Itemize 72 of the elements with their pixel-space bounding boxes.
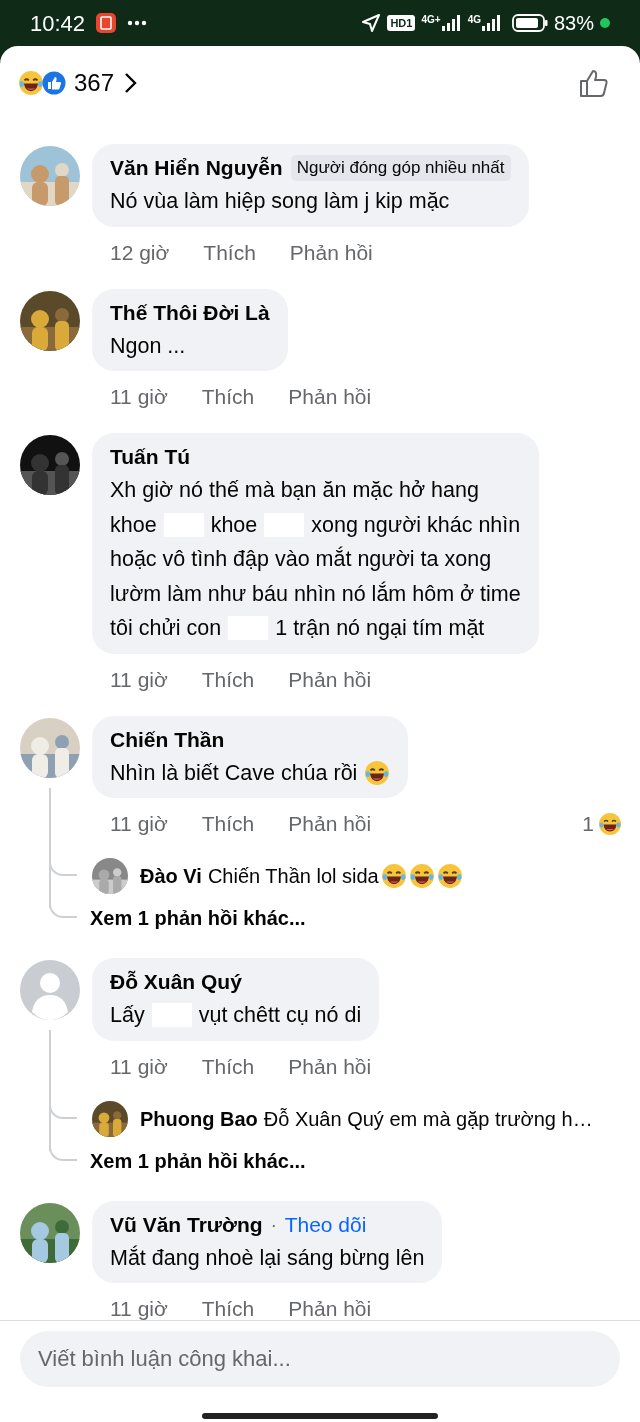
like-link[interactable]: Thích bbox=[201, 381, 255, 413]
like-link[interactable]: Thích bbox=[201, 1050, 255, 1083]
laughing-emoji-icon bbox=[364, 759, 391, 786]
grinning-emoji-icon bbox=[598, 812, 622, 836]
author-name[interactable]: Đào Vi bbox=[140, 861, 202, 891]
like-link[interactable]: Thích bbox=[201, 808, 255, 840]
view-more-replies-link[interactable]: Xem 1 phản hồi khác... bbox=[90, 903, 306, 933]
comment-input-field[interactable]: Viết bình luận công khai... bbox=[20, 1331, 620, 1387]
comment-text: lườm làm như báu nhìn nó lắm hôm ở time bbox=[110, 580, 521, 608]
timestamp: 11 giờ bbox=[110, 666, 168, 693]
author-name[interactable]: Vũ Văn Trường bbox=[110, 1208, 263, 1241]
reply-link[interactable]: Phản hồi bbox=[288, 381, 372, 413]
like-reaction-icon bbox=[42, 71, 66, 95]
separator-dot: · bbox=[270, 1213, 277, 1237]
location-icon bbox=[361, 13, 382, 33]
author-name[interactable]: Tuấn Tú bbox=[110, 441, 191, 473]
timestamp: 11 giờ bbox=[110, 384, 168, 411]
comment-text: Mắt đang nhoè lại sáng bừng lên bbox=[110, 1244, 425, 1272]
signal-icon bbox=[481, 15, 502, 31]
signal-icon bbox=[441, 15, 462, 31]
clock: 10:42 bbox=[30, 9, 86, 38]
app-notification-icon bbox=[95, 12, 118, 34]
comment-text: khoe bbox=[210, 511, 258, 539]
hd-badge: HD1 bbox=[387, 15, 416, 31]
comment-text: 1 trận nó ngại tím mặt bbox=[275, 615, 485, 642]
comment-text: Ngon ... bbox=[110, 332, 186, 360]
reply-link[interactable]: Phản hồi bbox=[288, 1050, 372, 1083]
view-more-replies-link[interactable]: Xem 1 phản hồi khác... bbox=[90, 1145, 306, 1176]
like-link[interactable]: Thích bbox=[201, 1293, 255, 1320]
like-link[interactable]: Thích bbox=[203, 236, 256, 269]
comment-text: tôi chửi con bbox=[110, 615, 222, 642]
network-label: 4G bbox=[467, 15, 481, 25]
laughing-emoji-icon bbox=[380, 863, 407, 889]
follow-link[interactable]: Theo dõi bbox=[284, 1208, 367, 1241]
like-link[interactable]: Thích bbox=[201, 663, 255, 696]
reaction-count[interactable]: 1 bbox=[582, 808, 594, 840]
comment-text: Xh giờ nó thế mà bạn ăn mặc hở hang bbox=[110, 477, 479, 504]
author-name[interactable]: Đỗ Xuân Quý bbox=[110, 966, 242, 998]
reply-link[interactable]: Phản hồi bbox=[288, 663, 372, 696]
reply-link[interactable]: Phản hồi bbox=[289, 236, 373, 269]
comment-text: xong người khác nhìn bbox=[311, 511, 521, 539]
comment-text: Lấy bbox=[110, 1002, 145, 1029]
author-name[interactable]: Chiến Thần bbox=[110, 723, 225, 756]
timestamp: 11 giờ bbox=[110, 1296, 168, 1320]
reply-text: Chiến Thần lol sida bbox=[207, 864, 379, 889]
comment-text: hoặc vô tình đập vào mắt người ta xong bbox=[110, 545, 492, 573]
chevron-right-icon bbox=[124, 72, 139, 94]
comment-text: Nó vùa làm hiệp song làm j kip mặc bbox=[110, 188, 450, 215]
contributor-badge: Người đóng góp nhiều nhất bbox=[290, 155, 511, 181]
battery-icon bbox=[511, 14, 548, 32]
network-label: 4G+ bbox=[421, 15, 441, 25]
comment-text: khoe bbox=[110, 511, 157, 539]
author-name[interactable]: Thế Thôi Đời Là bbox=[110, 296, 270, 329]
like-button[interactable] bbox=[578, 67, 610, 99]
comment-text: vụt chêtt cụ nó di bbox=[198, 1002, 362, 1029]
timestamp: 11 giờ bbox=[110, 811, 168, 838]
timestamp: 12 giờ bbox=[110, 239, 170, 266]
laughing-emoji-icon bbox=[408, 863, 435, 889]
laughing-reaction-icon bbox=[18, 70, 44, 96]
author-name[interactable]: Phuong Bao bbox=[140, 1103, 258, 1134]
reply-text: Đỗ Xuân Quý em mà gặp trường h… bbox=[263, 1106, 593, 1132]
reply-link[interactable]: Phản hồi bbox=[288, 808, 372, 840]
battery-percent: 83% bbox=[553, 11, 594, 36]
reply-link[interactable]: Phản hồi bbox=[288, 1293, 372, 1320]
thumbs-up-icon bbox=[578, 67, 610, 99]
reaction-count[interactable]: 367 bbox=[74, 65, 115, 101]
laughing-emoji-icon bbox=[436, 863, 463, 889]
author-name[interactable]: Văn Hiển Nguyễn bbox=[110, 152, 283, 184]
more-dots-icon bbox=[127, 20, 148, 26]
timestamp: 11 giờ bbox=[110, 1053, 168, 1080]
comment-text: Nhìn là biết Cave chúa rồi bbox=[110, 759, 358, 787]
default-avatar-icon bbox=[20, 960, 80, 1020]
